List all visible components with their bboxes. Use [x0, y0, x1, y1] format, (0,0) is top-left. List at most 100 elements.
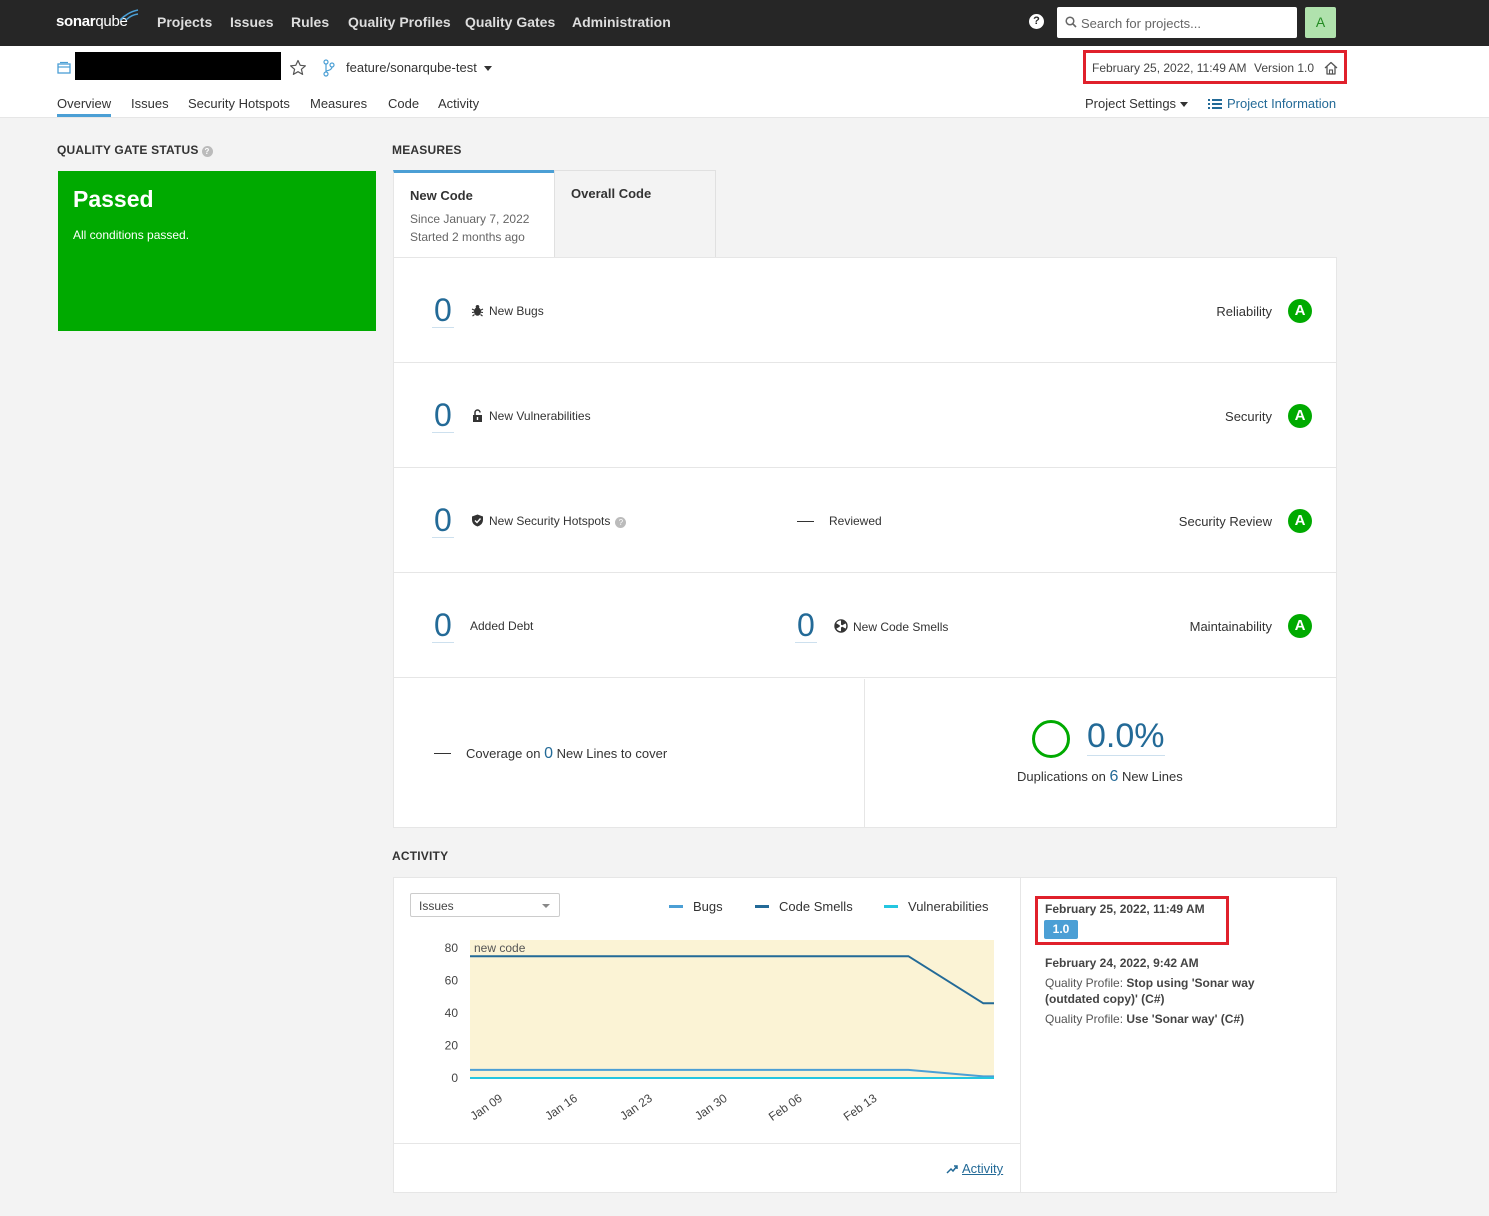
- project-header: feature/sonarqube-test February 25, 2022…: [0, 46, 1489, 118]
- project-settings-menu[interactable]: Project Settings: [1085, 96, 1189, 111]
- issues-activity-chart[interactable]: new code 80 60 40 20 0 Jan 09 Jan 16 Jan 23 Jan 3…: [394, 928, 1020, 1143]
- quality-gate-status: Passed: [73, 186, 154, 212]
- duplications-cell: 0.0% Duplications on 6 New Lines: [865, 679, 1336, 827]
- lock-icon: [473, 409, 482, 422]
- bug-icon: [471, 305, 484, 317]
- security-label: Security: [1225, 409, 1272, 424]
- nav-rules[interactable]: Rules: [291, 14, 329, 30]
- x-tick-label: Feb 13: [841, 1091, 880, 1124]
- vulnerabilities-row: 0 New Vulnerabilities Security A: [394, 363, 1336, 468]
- sonarqube-logo[interactable]: sonarqube: [56, 13, 128, 30]
- new-code-smells-label: New Code Smells: [834, 619, 948, 634]
- new-code-smells-value[interactable]: 0: [795, 608, 817, 643]
- activity-footer: Activity: [394, 1143, 1020, 1192]
- new-code-since: Since January 7, 2022: [410, 212, 530, 226]
- event-date-previous: February 24, 2022, 9:42 AM: [1045, 956, 1199, 970]
- security-review-label: Security Review: [1178, 514, 1272, 529]
- security-rating[interactable]: A: [1288, 404, 1312, 428]
- reliability-label: Reliability: [1216, 304, 1272, 319]
- reviewed-label: Reviewed: [829, 514, 882, 528]
- x-tick-label: Jan 16: [542, 1091, 580, 1123]
- nav-quality-profiles[interactable]: Quality Profiles: [348, 14, 451, 30]
- code-smell-icon: [834, 619, 848, 633]
- new-hotspots-label: New Security Hotspots?: [471, 514, 627, 528]
- y-tick-label: 0: [451, 1071, 458, 1085]
- measures-panel: 0 New Bugs Reliability A 0 New Vulnerabi…: [393, 257, 1337, 828]
- reliability-rating[interactable]: A: [1288, 299, 1312, 323]
- new-code-label: new code: [474, 941, 526, 955]
- new-bugs-label: New Bugs: [471, 304, 544, 318]
- quality-gate-status-card: Passed All conditions passed.: [58, 171, 376, 331]
- tab-issues[interactable]: Issues: [131, 96, 169, 111]
- star-icon[interactable]: [289, 59, 307, 77]
- activity-graph-area: Issues Bugs Code Smells Vulnerabilities …: [394, 878, 1021, 1192]
- coverage-empty-dash: [434, 753, 451, 754]
- chevron-down-icon: [1180, 102, 1189, 108]
- new-code-started: Started 2 months ago: [410, 230, 525, 244]
- coverage-lines-link[interactable]: 0: [544, 745, 553, 762]
- avatar[interactable]: A: [1305, 7, 1336, 38]
- new-vulnerabilities-label: New Vulnerabilities: [471, 409, 591, 423]
- quality-gate-title: QUALITY GATE STATUS?: [57, 143, 213, 157]
- tab-overall-code[interactable]: Overall Code: [554, 170, 716, 258]
- analysis-meta-highlight: February 25, 2022, 11:49 AM Version 1.0: [1083, 50, 1347, 84]
- search-input[interactable]: [1081, 13, 1291, 33]
- y-tick-label: 60: [445, 974, 459, 988]
- branch-selector[interactable]: feature/sonarqube-test: [346, 60, 477, 75]
- new-bugs-value[interactable]: 0: [432, 293, 454, 328]
- maintainability-row: 0 Added Debt 0 New Code Smells Maintaina…: [394, 573, 1336, 678]
- added-debt-value[interactable]: 0: [432, 608, 454, 643]
- nav-issues[interactable]: Issues: [230, 14, 274, 30]
- y-tick-label: 20: [445, 1039, 459, 1053]
- tab-overview[interactable]: Overview: [57, 96, 112, 117]
- tab-overall-code-label: Overall Code: [571, 186, 652, 201]
- nav-administration[interactable]: Administration: [572, 14, 671, 30]
- project-search[interactable]: [1057, 7, 1297, 38]
- project-name-redacted: [75, 52, 281, 80]
- project-information-link[interactable]: Project Information: [1208, 96, 1336, 111]
- duplications-value[interactable]: 0.0%: [1087, 717, 1165, 756]
- activity-link[interactable]: Activity: [946, 1161, 1003, 1176]
- x-tick-label: Jan 23: [617, 1091, 655, 1123]
- nav-quality-gates[interactable]: Quality Gates: [465, 14, 555, 30]
- chevron-down-icon: [542, 904, 550, 908]
- trend-icon: [946, 1165, 958, 1174]
- activity-panel: Issues Bugs Code Smells Vulnerabilities …: [393, 877, 1337, 1193]
- list-icon: [1208, 99, 1222, 109]
- maintainability-rating[interactable]: A: [1288, 614, 1312, 638]
- duplications-donut-icon: [1032, 720, 1070, 758]
- nav-projects[interactable]: Projects: [157, 14, 212, 30]
- global-navbar: sonarqube Projects Issues Rules Quality …: [0, 0, 1489, 46]
- security-review-rating[interactable]: A: [1288, 509, 1312, 533]
- graph-type-select[interactable]: Issues: [410, 893, 560, 917]
- added-debt-label: Added Debt: [470, 619, 534, 633]
- chevron-down-icon[interactable]: [484, 66, 492, 71]
- coverage-label: Coverage on 0 New Lines to cover: [466, 745, 668, 762]
- duplications-lines-link[interactable]: 6: [1110, 768, 1119, 785]
- tab-activity[interactable]: Activity: [438, 96, 479, 111]
- legend-bugs: Bugs: [669, 899, 723, 914]
- bugs-row: 0 New Bugs Reliability A: [394, 258, 1336, 363]
- reviewed-empty-dash: [797, 521, 814, 522]
- tab-measures[interactable]: Measures: [310, 96, 367, 111]
- tab-code[interactable]: Code: [388, 96, 419, 111]
- legend-code-smells: Code Smells: [755, 899, 853, 914]
- new-hotspots-value[interactable]: 0: [432, 503, 454, 538]
- help-icon[interactable]: ?: [1029, 14, 1044, 29]
- search-icon: [1065, 16, 1077, 28]
- tab-security-hotspots[interactable]: Security Hotspots: [188, 96, 290, 111]
- version-badge: 1.0: [1044, 920, 1078, 939]
- project-icon: [57, 61, 71, 74]
- x-tick-label: Feb 06: [766, 1091, 805, 1124]
- coverage-cell: Coverage on 0 New Lines to cover: [394, 679, 865, 827]
- event-date-latest: February 25, 2022, 11:49 AM: [1045, 902, 1205, 916]
- help-icon[interactable]: ?: [615, 517, 627, 528]
- tab-new-code[interactable]: New Code Since January 7, 2022 Started 2…: [393, 170, 554, 258]
- home-icon[interactable]: [1323, 60, 1339, 76]
- x-tick-label: Jan 09: [468, 1091, 506, 1123]
- new-vulnerabilities-value[interactable]: 0: [432, 398, 454, 433]
- branch-icon: [323, 59, 335, 77]
- measures-title: MEASURES: [392, 143, 462, 157]
- tab-new-code-label: New Code: [410, 188, 473, 203]
- help-icon[interactable]: ?: [201, 146, 213, 157]
